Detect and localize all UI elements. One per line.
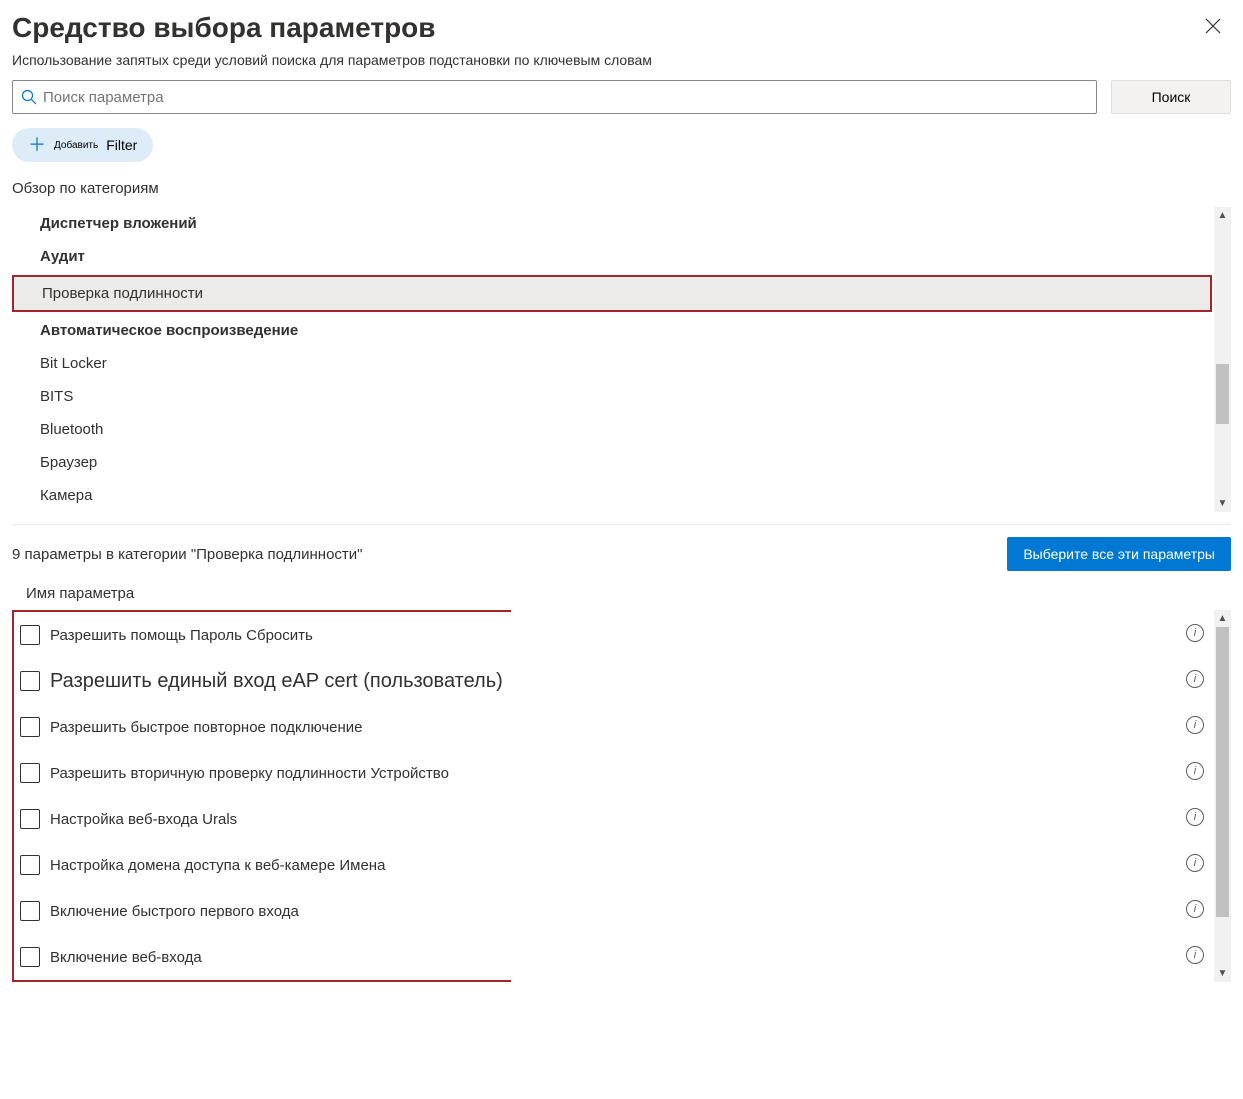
info-icon[interactable]: i <box>1186 762 1204 780</box>
search-field-wrapper[interactable] <box>12 80 1097 114</box>
category-scrollbar[interactable]: ▲ ▼ <box>1214 207 1231 512</box>
info-row: i <box>511 656 1214 702</box>
setting-checkbox[interactable] <box>20 717 40 737</box>
page-title: Средство выбора параметров <box>12 12 652 44</box>
setting-checkbox[interactable] <box>20 625 40 645</box>
column-header-setting-name: Имя параметра <box>12 585 1231 610</box>
info-row: i <box>511 748 1214 794</box>
setting-label: Разрешить единый вход eAP cert (пользова… <box>50 670 505 693</box>
settings-scrollbar[interactable]: ▲ ▼ <box>1214 610 1231 982</box>
setting-checkbox[interactable] <box>20 809 40 829</box>
settings-list: Разрешить помощь Пароль Сбросить Разрешит… <box>12 610 511 982</box>
setting-row[interactable]: Включение веб-входа <box>14 934 511 980</box>
scroll-up-icon[interactable]: ▲ <box>1214 207 1231 224</box>
category-item[interactable]: BITS <box>12 380 1212 413</box>
setting-checkbox[interactable] <box>20 947 40 967</box>
info-icon[interactable]: i <box>1186 716 1204 734</box>
info-icon[interactable]: i <box>1186 808 1204 826</box>
setting-row[interactable]: Настройка веб-входа Urals <box>14 796 511 842</box>
category-item[interactable]: Автоматическое воспроизведение <box>12 314 1212 347</box>
search-input[interactable] <box>43 89 1088 106</box>
divider <box>12 524 1231 525</box>
category-item[interactable]: Проверка подлинности <box>12 275 1212 312</box>
setting-checkbox[interactable] <box>20 855 40 875</box>
scroll-down-icon[interactable]: ▼ <box>1214 965 1231 982</box>
category-item[interactable]: Bit Locker <box>12 347 1212 380</box>
scroll-down-icon[interactable]: ▼ <box>1214 495 1231 512</box>
setting-label: Разрешить вторичную проверку подлинности… <box>50 765 505 782</box>
info-row: i <box>511 610 1214 656</box>
category-list: Диспетчер вложенийАудитПроверка подлинно… <box>12 207 1214 512</box>
search-icon <box>21 89 37 105</box>
setting-row[interactable]: Разрешить единый вход eAP cert (пользова… <box>14 658 511 704</box>
info-row: i <box>511 840 1214 886</box>
category-item[interactable]: Bluetooth <box>12 413 1212 446</box>
setting-row[interactable]: Разрешить быстрое повторное подключение <box>14 704 511 750</box>
setting-checkbox[interactable] <box>20 671 40 691</box>
setting-label: Разрешить помощь Пароль Сбросить <box>50 627 505 644</box>
info-row: i <box>511 932 1214 978</box>
close-icon <box>1205 18 1221 34</box>
scroll-track[interactable] <box>1214 224 1231 495</box>
setting-checkbox[interactable] <box>20 763 40 783</box>
close-button[interactable] <box>1195 12 1231 44</box>
scroll-thumb[interactable] <box>1216 627 1229 917</box>
setting-label: Настройка домена доступа к веб-камере Им… <box>50 857 505 874</box>
setting-label: Включение быстрого первого входа <box>50 903 505 920</box>
scroll-track[interactable] <box>1214 627 1231 965</box>
setting-label: Настройка веб-входа Urals <box>50 811 505 828</box>
setting-label: Включение веб-входа <box>50 949 505 966</box>
category-item[interactable]: Камера <box>12 479 1212 512</box>
add-filter-label: Filter <box>106 137 137 153</box>
info-icon[interactable]: i <box>1186 624 1204 642</box>
category-item[interactable]: Диспетчер вложений <box>12 207 1212 240</box>
setting-row[interactable]: Разрешить помощь Пароль Сбросить <box>14 612 511 658</box>
setting-row[interactable]: Разрешить вторичную проверку подлинности… <box>14 750 511 796</box>
category-item[interactable]: Аудит <box>12 240 1212 273</box>
setting-row[interactable]: Включение быстрого первого входа <box>14 888 511 934</box>
info-row: i <box>511 702 1214 748</box>
select-all-button[interactable]: Выберите все эти параметры <box>1007 537 1231 571</box>
settings-info-column: i i i i i i i i <box>511 610 1214 982</box>
setting-label: Разрешить быстрое повторное подключение <box>50 719 505 736</box>
results-count: 9 параметры в категории "Проверка подлин… <box>12 546 363 563</box>
info-icon[interactable]: i <box>1186 946 1204 964</box>
browse-by-category-label: Обзор по категориям <box>12 180 1231 197</box>
info-icon[interactable]: i <box>1186 670 1204 688</box>
page-subtitle: Использование запятых среди условий поис… <box>12 52 652 68</box>
add-filter-button[interactable]: ＋ Добавить Filter <box>12 128 153 162</box>
category-item[interactable]: Браузер <box>12 446 1212 479</box>
info-row: i <box>511 886 1214 932</box>
add-filter-prefix: Добавить <box>54 140 98 151</box>
setting-row[interactable]: Настройка домена доступа к веб-камере Им… <box>14 842 511 888</box>
plus-icon: ＋ <box>28 136 46 154</box>
info-icon[interactable]: i <box>1186 900 1204 918</box>
scroll-up-icon[interactable]: ▲ <box>1214 610 1231 627</box>
search-button[interactable]: Поиск <box>1111 80 1231 114</box>
scroll-thumb[interactable] <box>1216 364 1229 424</box>
info-row: i <box>511 794 1214 840</box>
info-icon[interactable]: i <box>1186 854 1204 872</box>
setting-checkbox[interactable] <box>20 901 40 921</box>
